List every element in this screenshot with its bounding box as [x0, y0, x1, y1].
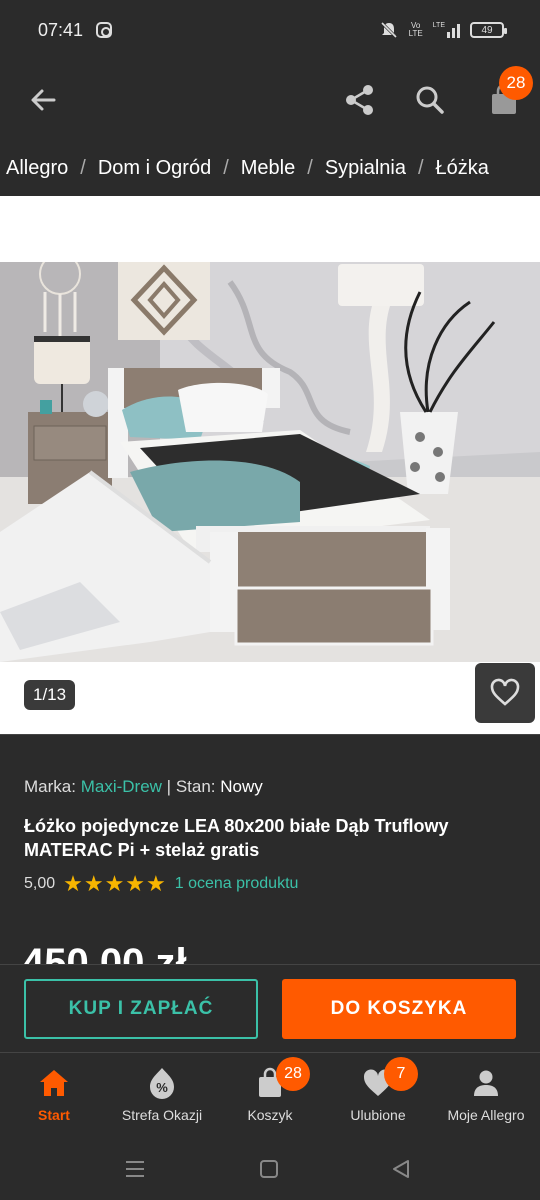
- star-rating-icons: ★★★★★: [63, 871, 167, 896]
- recent-apps-icon[interactable]: [124, 1158, 146, 1180]
- person-icon: [474, 1070, 498, 1096]
- product-gallery[interactable]: 1/13: [0, 196, 540, 734]
- cart-badge: 28: [276, 1057, 310, 1091]
- rating-count-link[interactable]: 1 ocena produktu: [175, 875, 299, 893]
- nav-label: Ulubione: [350, 1107, 406, 1123]
- product-meta: Marka: Maxi-Drew | Stan: Nowy: [24, 777, 263, 797]
- share-icon: [346, 85, 373, 115]
- svg-text:%: %: [156, 1080, 168, 1095]
- system-navigation-bar: [0, 1138, 540, 1200]
- nav-item-moje-allegro[interactable]: Moje Allegro: [432, 1053, 540, 1139]
- breadcrumb-item[interactable]: Meble: [241, 157, 295, 180]
- status-bar: 07:41 Vo LTE LTE 49: [0, 0, 540, 62]
- add-to-cart-button[interactable]: DO KOSZYKA: [282, 979, 516, 1039]
- breadcrumb-item[interactable]: Łóżka: [436, 157, 489, 180]
- favorites-badge: 7: [384, 1057, 418, 1091]
- search-button[interactable]: [410, 80, 450, 120]
- breadcrumb: Allegro / Dom i Ogród / Meble / Sypialni…: [0, 140, 540, 196]
- condition-label: Stan:: [175, 777, 216, 796]
- home-button-icon[interactable]: [258, 1158, 280, 1180]
- brand-link[interactable]: Maxi-Drew: [81, 777, 162, 796]
- nav-label: Start: [38, 1107, 70, 1123]
- favorite-button[interactable]: [475, 663, 535, 723]
- signal-icon: LTE: [433, 22, 460, 38]
- back-button[interactable]: [24, 80, 64, 120]
- search-icon: [416, 86, 444, 114]
- product-details: Marka: Maxi-Drew | Stan: Nowy Łóżko poje…: [0, 734, 540, 967]
- volte-indicator: Vo LTE: [408, 21, 423, 38]
- purchase-actions: KUP I ZAPŁAĆ DO KOSZYKA: [0, 964, 540, 1052]
- product-photo[interactable]: [0, 262, 540, 662]
- buy-now-button[interactable]: KUP I ZAPŁAĆ: [24, 979, 258, 1039]
- breadcrumb-separator: /: [307, 156, 313, 179]
- app-bar: [0, 62, 540, 140]
- nav-item-strefa-okazji[interactable]: % Strefa Okazji: [108, 1053, 216, 1139]
- mute-icon: [380, 21, 397, 39]
- arrow-left-icon: [31, 89, 56, 111]
- breadcrumb-item[interactable]: Dom i Ogród: [98, 157, 211, 180]
- breadcrumb-separator: /: [80, 156, 86, 179]
- breadcrumb-item[interactable]: Allegro: [6, 157, 68, 180]
- rating-value: 5,00: [24, 875, 56, 892]
- status-icons: Vo LTE LTE 49: [379, 20, 507, 40]
- nav-label: Strefa Okazji: [121, 1107, 203, 1123]
- product-rating: 5,00 ★★★★★ 1 ocena produktu: [24, 871, 298, 897]
- brand-label: Marka:: [24, 777, 76, 796]
- nav-label: Moje Allegro: [447, 1107, 525, 1123]
- share-button[interactable]: [340, 80, 380, 120]
- nav-item-koszyk[interactable]: Koszyk 28: [216, 1053, 324, 1139]
- breadcrumb-item[interactable]: Sypialnia: [325, 157, 406, 180]
- image-counter: 1/13: [24, 680, 76, 710]
- battery-icon: 49: [470, 22, 507, 38]
- breadcrumb-separator: /: [417, 156, 424, 179]
- nav-label: Koszyk: [247, 1107, 293, 1123]
- discount-icon: %: [150, 1068, 174, 1099]
- back-nav-icon[interactable]: [390, 1158, 412, 1180]
- bottom-navigation: Start % Strefa Okazji Koszyk 28 Ulubione…: [0, 1052, 540, 1138]
- status-time: 07:41: [38, 20, 84, 40]
- condition-value: Nowy: [220, 777, 263, 796]
- heart-outline-icon: [490, 678, 520, 706]
- nav-item-start[interactable]: Start: [0, 1053, 108, 1139]
- meta-separator: |: [166, 777, 172, 796]
- product-title: Łóżko pojedyncze LEA 80x200 białe Dąb Tr…: [24, 816, 449, 860]
- nav-item-ulubione[interactable]: Ulubione 7: [324, 1053, 432, 1139]
- cart-count-badge: 28: [499, 66, 533, 100]
- instagram-icon: [96, 22, 112, 38]
- home-icon: [40, 1070, 68, 1096]
- breadcrumb-separator: /: [223, 156, 229, 179]
